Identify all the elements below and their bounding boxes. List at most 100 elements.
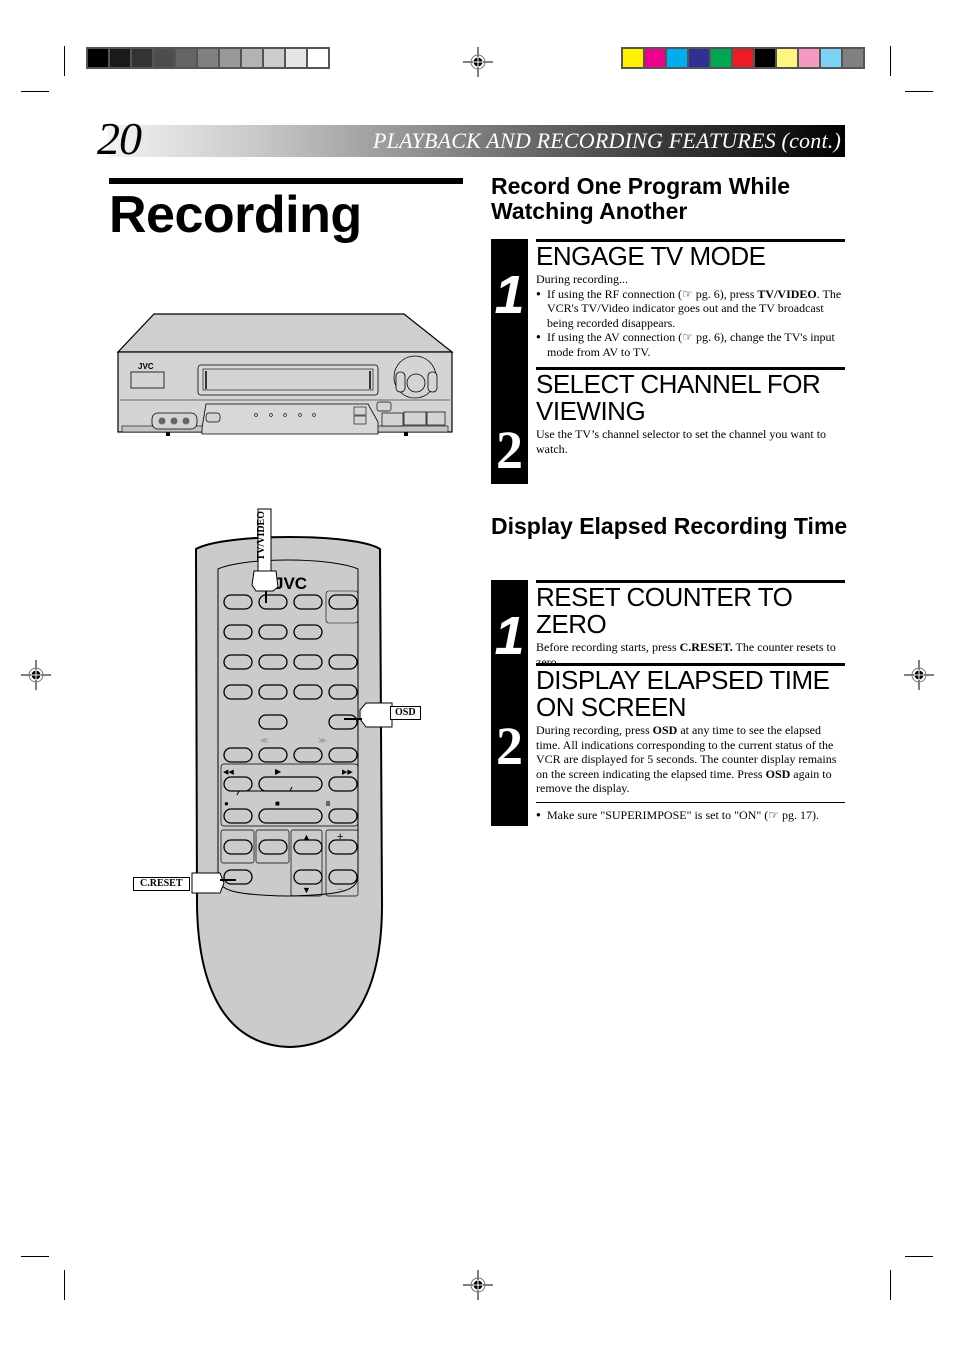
color-swatch [220, 49, 240, 67]
remote-button [328, 776, 358, 792]
crop-mark [905, 91, 933, 92]
remote-button [328, 747, 358, 763]
step-number: 2 [496, 716, 523, 776]
remote-button [223, 776, 253, 792]
color-swatch [110, 49, 130, 67]
remote-brand-logo: JVC [274, 574, 307, 593]
c-reset-callout: C.RESET [133, 877, 190, 891]
up-label: ▲ [302, 832, 311, 842]
color-swatch [198, 49, 218, 67]
color-swatch [667, 49, 687, 67]
color-swatch [242, 49, 262, 67]
color-swatch [755, 49, 775, 67]
step-heading: ENGAGE TV MODE [536, 241, 766, 271]
step-heading: RESET COUNTER TO ZERO [536, 582, 793, 639]
down-label: ▼ [302, 885, 311, 895]
step-body: During recording, press OSD at any time … [536, 723, 837, 795]
step-heading: SELECT CHANNEL FOR VIEWING [536, 369, 821, 426]
record-label: ● [224, 799, 229, 808]
color-swatch [176, 49, 196, 67]
crop-mark [21, 1256, 49, 1257]
remote-button [328, 594, 358, 610]
registration-target-icon [904, 660, 934, 690]
color-swatch [645, 49, 665, 67]
remote-button [258, 654, 288, 670]
color-swatch [308, 49, 328, 67]
tv-video-callout: TV/VIDEO [256, 511, 267, 561]
section-header-title: PLAYBACK AND RECORDING FEATURES (cont.) [373, 128, 841, 153]
crop-mark [890, 46, 891, 76]
page-title: Recording [109, 186, 362, 244]
color-swatch [777, 49, 797, 67]
grayscale-bar [86, 47, 330, 69]
remote-illustration: JVC ≪ ≫ ◀◀ ▶ ▶▶ ● ■ II ▲ ▼ + − [191, 508, 393, 1049]
step-reset-counter: RESET COUNTER TO ZERO Before recording s… [536, 580, 845, 669]
ffwd-label: ▶▶ [342, 769, 353, 776]
remote-button [258, 594, 288, 610]
step-heading: DISPLAY ELAPSED TIME ON SCREEN [536, 665, 830, 722]
step-select-channel: SELECT CHANNEL FOR VIEWING Use the TV’s … [536, 367, 845, 456]
rewind-label: ◀◀ [223, 769, 234, 776]
remote-button [293, 594, 323, 610]
color-swatch [132, 49, 152, 67]
registration-target-icon [463, 47, 493, 77]
remote-button [328, 869, 358, 885]
remote-button [223, 839, 253, 855]
remote-button [258, 624, 288, 640]
remote-button [293, 747, 323, 763]
registration-target-icon [463, 1270, 493, 1300]
step-engage-tv-mode: ENGAGE TV MODE During recording... If us… [536, 239, 845, 359]
color-swatch [843, 49, 863, 67]
remote-button [328, 808, 358, 824]
pause-label: II [326, 801, 330, 808]
remote-button [258, 808, 323, 824]
step-body: During recording... If using the RF conn… [536, 272, 845, 359]
crop-mark [64, 1270, 65, 1300]
remote-button [223, 808, 253, 824]
color-swatch [799, 49, 819, 67]
remote-button [223, 654, 253, 670]
vcr-illustration: JVC [116, 313, 454, 436]
stop-label: ■ [275, 799, 280, 808]
remote-button [223, 747, 253, 763]
bullet-item: Make sure "SUPERIMPOSE" is set to "ON" (… [536, 808, 845, 823]
color-swatch [286, 49, 306, 67]
remote-button [328, 684, 358, 700]
vcr-brand-logo: JVC [138, 362, 154, 371]
color-swatch [821, 49, 841, 67]
osd-callout: OSD [390, 706, 421, 720]
remote-button [258, 684, 288, 700]
step-intro: During recording... [536, 272, 628, 286]
section-title: Record One Program While Watching Anothe… [491, 173, 791, 224]
play-label: ▶ [275, 767, 282, 776]
registration-target-icon [21, 660, 51, 690]
remote-button [223, 624, 253, 640]
color-swatch [154, 49, 174, 67]
remote-button [258, 714, 288, 730]
bullet-item: If using the AV connection (☞ pg. 6), ch… [536, 330, 845, 359]
remote-button [258, 839, 288, 855]
step-number: 1 [494, 606, 525, 666]
remote-button [293, 869, 323, 885]
remote-button [223, 869, 253, 885]
skip-forward-label: ≫ [318, 736, 326, 745]
color-swatch [733, 49, 753, 67]
crop-mark [905, 1256, 933, 1257]
step-group: 1 2 RESET COUNTER TO ZERO Before recordi… [491, 580, 845, 826]
crop-mark [21, 91, 49, 92]
step-display-elapsed-time: DISPLAY ELAPSED TIME ON SCREEN During re… [536, 663, 845, 822]
page-number: 20 [97, 113, 142, 164]
bullet-item: If using the RF connection (☞ pg. 6), pr… [536, 287, 845, 331]
step-number: 2 [496, 420, 523, 480]
step-group: 1 2 ENGAGE TV MODE During recording... I… [491, 239, 845, 484]
color-swatch [264, 49, 284, 67]
color-swatch [689, 49, 709, 67]
remote-button [293, 684, 323, 700]
section-title: Display Elapsed Recording Time [491, 513, 848, 539]
color-swatch [711, 49, 731, 67]
remote-button [328, 714, 358, 730]
plus-label: + [337, 831, 343, 843]
section-header-band: PLAYBACK AND RECORDING FEATURES (cont.) [108, 125, 845, 157]
remote-button [223, 684, 253, 700]
crop-mark [890, 1270, 891, 1300]
